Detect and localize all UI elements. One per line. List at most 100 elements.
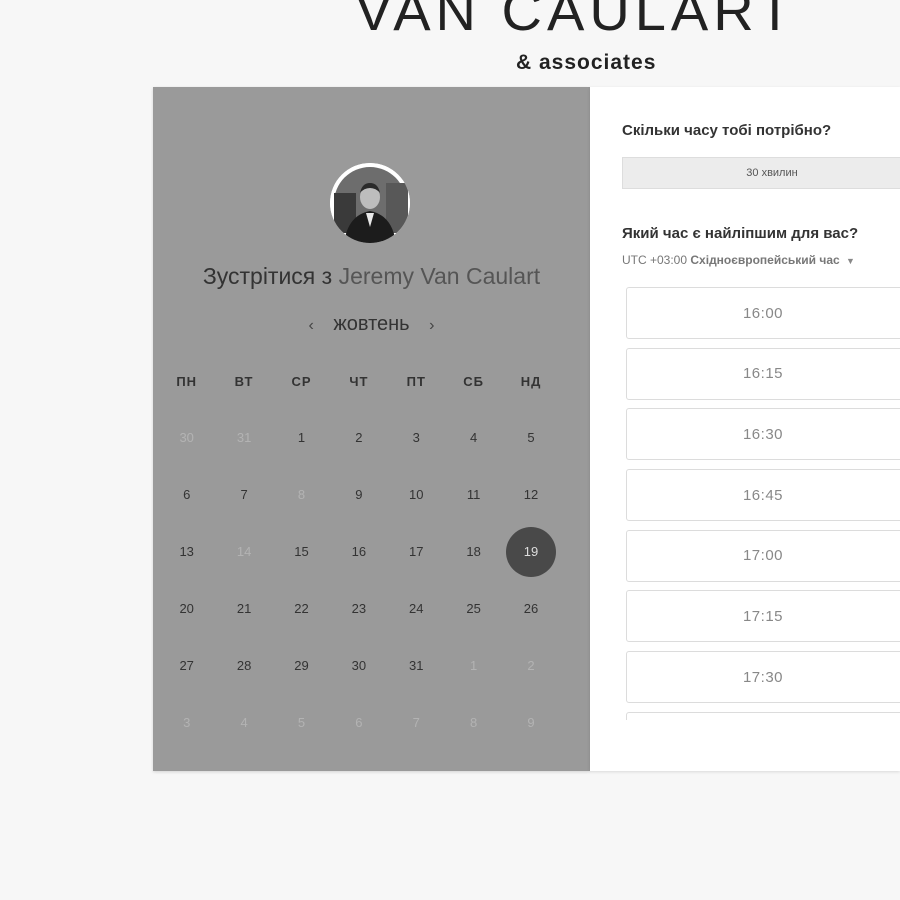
host-photo-icon (330, 163, 410, 243)
calendar-day-number: 25 (466, 601, 481, 616)
calendar-day: 3 (158, 694, 215, 751)
weekday-label: ВТ (234, 374, 254, 389)
booking-panel: Скільки часу тобі потрібно? 30 хвилин Як… (590, 87, 900, 771)
calendar-day[interactable]: 10 (388, 466, 445, 523)
time-slot-button[interactable]: 16:15 (626, 347, 900, 400)
weekday-label: ПН (176, 374, 198, 389)
calendar-day[interactable]: 24 (388, 580, 445, 637)
calendar-day[interactable]: 1 (273, 409, 330, 466)
time-slot-label: 16:15 (742, 365, 784, 383)
calendar-day-number: 23 (351, 601, 367, 616)
calendar-day[interactable]: 28 (215, 637, 272, 694)
calendar-day: 8 (445, 694, 502, 751)
calendar-day-number: 8 (297, 487, 306, 502)
calendar-day-selected[interactable]: 19 (502, 523, 559, 580)
calendar-day[interactable]: 25 (445, 580, 502, 637)
time-slot-button[interactable] (626, 711, 900, 720)
calendar-day[interactable]: 15 (273, 523, 330, 580)
calendar-day-number: 14 (236, 544, 252, 559)
time-question: Який час є найліпшим для вас? (622, 225, 859, 242)
calendar-day[interactable]: 7 (215, 466, 272, 523)
calendar-day: 7 (388, 694, 445, 751)
calendar-day-number: 17 (409, 544, 424, 559)
host-name: Jeremy Van Caulart (338, 263, 541, 289)
timezone-offset: UTC +03:00 (622, 253, 688, 267)
calendar-day-number: 10 (409, 487, 424, 502)
calendar-day[interactable]: 22 (273, 580, 330, 637)
calendar-day[interactable]: 21 (215, 580, 272, 637)
calendar-day[interactable]: 6 (158, 466, 215, 523)
time-slot-button[interactable]: 16:00 (626, 287, 900, 339)
calendar-day[interactable]: 9 (330, 466, 387, 523)
calendar-day-number: 29 (294, 658, 309, 673)
calendar-day[interactable]: 23 (330, 580, 387, 637)
calendar-day[interactable]: 30 (330, 637, 387, 694)
calendar-day: 30 (158, 409, 215, 466)
calendar-panel: Зустрітися з Jeremy Van Caulart ‹ жовтен… (153, 87, 590, 771)
calendar-day: 1 (445, 637, 502, 694)
calendar-day-number: 9 (527, 715, 535, 730)
calendar-day-number: 2 (527, 658, 535, 673)
time-slot-label: 16:30 (742, 425, 784, 443)
time-slot-button[interactable]: 17:00 (626, 529, 900, 582)
calendar-day[interactable]: 18 (445, 523, 502, 580)
timezone-select[interactable]: UTC +03:00 Східноєвропейський час ▼ (622, 253, 855, 267)
calendar-day-number: 3 (183, 715, 191, 730)
calendar-day-number: 24 (409, 601, 424, 616)
calendar-day[interactable]: 27 (158, 637, 215, 694)
time-slot-button[interactable]: 16:30 (626, 408, 900, 461)
calendar-day-number: 2 (355, 430, 363, 445)
calendar-day: 9 (502, 694, 559, 751)
month-label: жовтень (333, 313, 410, 335)
calendar-day[interactable]: 11 (445, 466, 502, 523)
calendar-day[interactable]: 26 (502, 580, 559, 637)
calendar-day: 8 (273, 466, 330, 523)
calendar-day-number: 31 (409, 658, 424, 673)
calendar-day[interactable]: 31 (388, 637, 445, 694)
duration-question: Скільки часу тобі потрібно? (622, 122, 832, 139)
calendar-day[interactable]: 20 (158, 580, 215, 637)
time-slot-list[interactable]: 16:00 16:15 16:30 16:45 17:00 17:15 17:30 (626, 287, 900, 720)
calendar-day[interactable]: 12 (502, 466, 559, 523)
weekday-label: ЧТ (349, 374, 369, 389)
meeting-title-prefix: Зустрітися з (202, 263, 333, 289)
calendar-day[interactable]: 16 (330, 523, 387, 580)
calendar-day-number: 30 (351, 658, 367, 673)
chevron-right-icon[interactable]: › (415, 317, 448, 334)
chevron-left-icon[interactable]: ‹ (295, 317, 328, 334)
calendar-day[interactable]: 3 (388, 409, 445, 466)
calendar-day[interactable]: 2 (330, 409, 387, 466)
time-slot-button[interactable]: 17:15 (626, 590, 900, 643)
calendar-day: 14 (215, 523, 272, 580)
month-navigation: ‹ жовтень › (153, 313, 590, 336)
time-slot-button[interactable]: 16:45 (626, 469, 900, 522)
calendar-day[interactable]: 5 (502, 409, 559, 466)
time-slot-label: 16:00 (742, 304, 784, 322)
time-slot-button[interactable]: 17:30 (626, 651, 900, 704)
calendar-day[interactable]: 17 (388, 523, 445, 580)
calendar-day[interactable]: 29 (273, 637, 330, 694)
calendar-day-number: 13 (179, 544, 194, 559)
calendar-day[interactable]: 13 (158, 523, 215, 580)
calendar-day-number: 7 (412, 715, 420, 730)
calendar-day-number: 22 (294, 601, 309, 616)
calendar-day-number: 30 (179, 430, 194, 445)
calendar-day: 5 (273, 694, 330, 751)
weekday-header: ПН ВТ СР ЧТ ПТ СБ НД (158, 374, 588, 389)
calendar-day-number: 3 (412, 430, 420, 445)
weekday-label: СБ (463, 374, 485, 389)
calendar-day: 2 (502, 637, 559, 694)
calendar-day-number: 26 (523, 601, 539, 616)
calendar-day-number: 9 (355, 487, 363, 502)
timezone-name: Східноєвропейський час (690, 253, 840, 267)
calendar-day[interactable]: 4 (445, 409, 502, 466)
calendar-day: 4 (215, 694, 272, 751)
calendar-day-number: 6 (355, 715, 363, 730)
duration-select[interactable]: 30 хвилин (622, 157, 900, 189)
calendar-day-number: 7 (240, 487, 248, 502)
calendar-day-number: 28 (236, 658, 252, 673)
calendar-day-number: 12 (523, 487, 539, 502)
calendar-day-number: 4 (470, 430, 478, 445)
calendar-day-number: 19 (506, 526, 557, 577)
calendar-day-number: 31 (236, 430, 252, 445)
